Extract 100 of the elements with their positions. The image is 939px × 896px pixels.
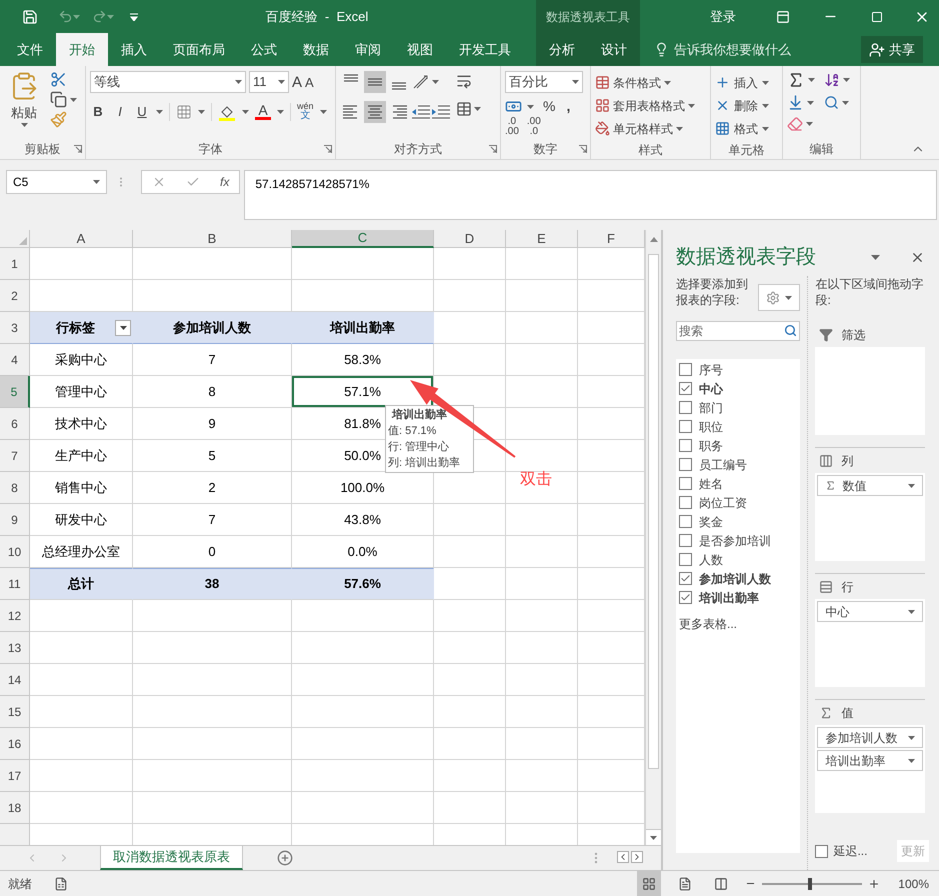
checkbox[interactable] — [815, 844, 828, 858]
row-header[interactable]: 2 — [0, 280, 30, 312]
row-header[interactable]: 17 — [0, 760, 30, 792]
row-header[interactable]: 10 — [0, 536, 30, 568]
comma-button[interactable]: , — [566, 96, 570, 117]
paste-button[interactable]: 粘贴 — [4, 71, 44, 128]
increase-indent-icon[interactable] — [432, 105, 450, 119]
column-header[interactable]: D — [434, 230, 506, 248]
ribbon-tab[interactable]: 文件 — [4, 33, 56, 66]
decrease-indent-icon[interactable] — [412, 105, 430, 119]
ribbon-tab[interactable]: 数据 — [290, 33, 342, 66]
ribbon-display-icon[interactable] — [776, 10, 790, 24]
percent-button[interactable]: % — [543, 96, 556, 117]
column-header[interactable]: C — [292, 230, 434, 248]
checkbox[interactable] — [679, 477, 692, 490]
fill-icon[interactable] — [787, 94, 804, 111]
decrease-decimal-button[interactable]: .00 .0 — [526, 117, 541, 137]
row-header[interactable]: 7 — [0, 440, 30, 472]
checkbox[interactable] — [679, 515, 692, 528]
ribbon-tab[interactable]: 审阅 — [342, 33, 394, 66]
cells-menu-button[interactable]: 删除 — [715, 94, 769, 117]
styles-menu-button[interactable]: 套用表格格式 — [595, 94, 695, 117]
search-icon[interactable] — [824, 95, 839, 110]
cells-menu-button[interactable]: 格式 — [715, 117, 769, 140]
scroll-up-button[interactable] — [650, 236, 658, 242]
row-header[interactable]: 11 — [0, 568, 30, 600]
add-sheet-button[interactable] — [277, 850, 293, 866]
area-field-button[interactable]: 中心 — [817, 601, 923, 622]
sheet-tab[interactable]: 取消数据透视表原表 — [100, 846, 243, 870]
sign-in-link[interactable]: 登录 — [710, 6, 736, 26]
area-field-button[interactable]: 参加培训人数 — [817, 727, 923, 748]
column-header[interactable]: B — [133, 230, 292, 248]
merge-cells-icon[interactable] — [456, 101, 472, 117]
dialog-launcher-icon[interactable] — [324, 145, 332, 153]
copy-icon[interactable] — [50, 91, 67, 108]
maximize-icon[interactable] — [871, 10, 883, 22]
font-name-field[interactable]: 等线 — [90, 71, 246, 93]
pane-options-icon[interactable] — [871, 254, 880, 260]
row-header[interactable]: 15 — [0, 696, 30, 728]
macro-record-icon[interactable] — [54, 876, 68, 890]
row-header[interactable]: 9 — [0, 504, 30, 536]
number-format-field[interactable]: 百分比 — [505, 71, 583, 93]
ribbon-tab[interactable]: 视图 — [394, 33, 446, 66]
area-field-button[interactable]: 培训出勤率 — [817, 750, 923, 771]
row-header[interactable]: 14 — [0, 664, 30, 696]
more-tables-link[interactable]: 更多表格... — [676, 615, 800, 633]
row-header[interactable]: 16 — [0, 728, 30, 760]
checkbox[interactable] — [679, 363, 692, 376]
checkbox[interactable] — [679, 572, 692, 585]
scrollbar-thumb[interactable] — [648, 254, 659, 769]
bold-button[interactable]: B — [90, 102, 106, 122]
ribbon-tab[interactable]: 开始 — [56, 33, 108, 66]
dialog-launcher-icon[interactable] — [579, 145, 587, 153]
ribbon-tab[interactable]: 设计 — [588, 33, 640, 66]
ribbon-tab[interactable]: 插入 — [108, 33, 160, 66]
middle-align-button[interactable] — [364, 71, 386, 93]
insert-function-button[interactable]: fx — [220, 173, 230, 191]
dialog-launcher-icon[interactable] — [489, 145, 497, 153]
save-icon[interactable] — [22, 8, 38, 24]
row-header[interactable]: 1 — [0, 248, 30, 280]
row-header[interactable]: 4 — [0, 344, 30, 376]
formula-field[interactable]: 57.1428571428571% — [244, 170, 937, 220]
checkbox[interactable] — [679, 534, 692, 547]
phonetic-guide-button[interactable]: wén 文 — [297, 102, 314, 122]
ribbon-tab[interactable]: 页面布局 — [160, 33, 238, 66]
row-header[interactable]: 6 — [0, 408, 30, 440]
ribbon-tab[interactable]: 分析 — [536, 33, 588, 66]
zoom-in-icon[interactable] — [868, 878, 880, 890]
checkbox[interactable] — [679, 439, 692, 452]
underline-button[interactable]: U — [134, 102, 150, 122]
checkbox[interactable] — [679, 458, 692, 471]
align-center-button[interactable] — [364, 101, 386, 123]
share-button[interactable]: 共享 — [861, 36, 923, 63]
row-header[interactable]: 3 — [0, 312, 30, 344]
checkbox[interactable] — [679, 382, 692, 395]
view-button[interactable] — [637, 871, 662, 896]
row-header[interactable]: 13 — [0, 632, 30, 664]
scissors-icon[interactable] — [50, 71, 67, 88]
customize-toolbar-icon[interactable] — [130, 12, 138, 20]
area-field-button[interactable]: 数值 — [817, 475, 923, 496]
styles-menu-button[interactable]: 单元格样式 — [595, 117, 683, 140]
grow-font-button[interactable]: A — [292, 74, 302, 90]
ribbon-tab[interactable]: 公式 — [238, 33, 290, 66]
column-header[interactable]: A — [30, 230, 133, 248]
settings-button[interactable] — [758, 284, 800, 311]
wrap-text-icon[interactable] — [456, 73, 472, 89]
checkbox[interactable] — [679, 420, 692, 433]
dialog-launcher-icon[interactable] — [74, 145, 82, 153]
checkbox[interactable] — [679, 591, 692, 604]
checkbox[interactable] — [679, 496, 692, 509]
column-header[interactable]: F — [578, 230, 645, 248]
row-header[interactable]: 8 — [0, 472, 30, 504]
row-header[interactable]: 12 — [0, 600, 30, 632]
filter-dropdown-button[interactable] — [115, 320, 131, 336]
font-size-field[interactable]: 11 — [249, 71, 289, 93]
borders-icon[interactable] — [176, 104, 192, 120]
slider-thumb[interactable] — [808, 878, 812, 890]
styles-menu-button[interactable]: 条件格式 — [595, 71, 671, 94]
sort-filter-icon[interactable] — [824, 72, 840, 88]
italic-button[interactable]: I — [112, 102, 128, 122]
